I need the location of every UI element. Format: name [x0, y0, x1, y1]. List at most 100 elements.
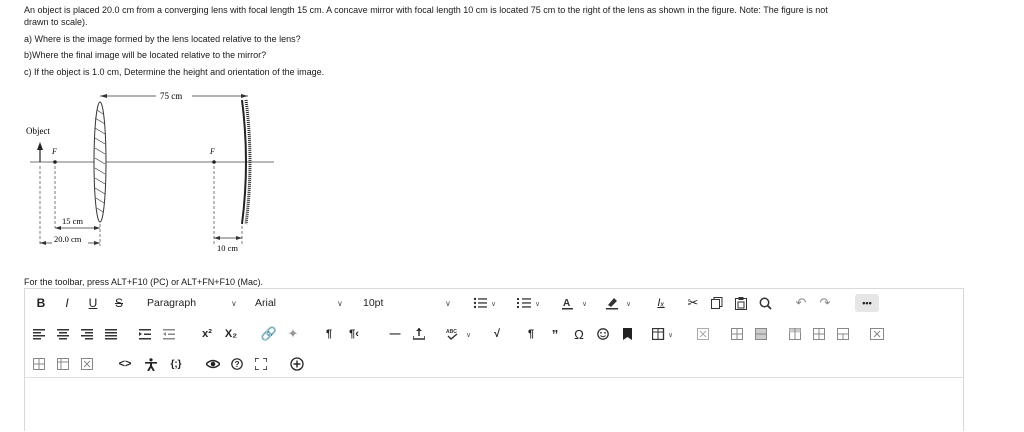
- align-right-icon: [81, 328, 93, 339]
- horizontal-line-button[interactable]: —: [387, 323, 403, 345]
- paragraph-label: Paragraph: [147, 297, 197, 309]
- align-center-icon: [57, 328, 69, 339]
- delete-table-icon: [870, 328, 884, 340]
- align-left-button[interactable]: [31, 323, 47, 345]
- unlink-button[interactable]: ✦: [285, 323, 301, 345]
- numbered-list-button[interactable]: ∨: [515, 292, 545, 314]
- help-icon: ?: [231, 358, 243, 370]
- bullet-list-icon: ∨: [473, 297, 496, 309]
- delete-row-icon: [837, 328, 849, 340]
- font-select[interactable]: Arial ∨: [255, 292, 349, 314]
- align-right-button[interactable]: [79, 323, 95, 345]
- anchor-button[interactable]: [411, 323, 427, 345]
- equation-button[interactable]: {;}: [167, 353, 185, 375]
- outdent-button[interactable]: [161, 323, 177, 345]
- sqrt-button[interactable]: √: [489, 323, 505, 345]
- clear-formatting-button[interactable]: Iₓ: [653, 292, 669, 314]
- split-cells-button[interactable]: [753, 323, 769, 345]
- label-15cm: 15 cm: [62, 216, 83, 226]
- insert-row-button[interactable]: [811, 323, 827, 345]
- table-properties-button[interactable]: [55, 353, 71, 375]
- highlight-button[interactable]: ∨: [605, 292, 637, 314]
- paragraph-select[interactable]: Paragraph ∨: [147, 292, 241, 314]
- search-icon: [759, 297, 772, 310]
- bookmark-icon: [622, 328, 632, 340]
- superscript-icon: x²: [202, 328, 212, 340]
- cell-properties-icon: [81, 358, 93, 370]
- converging-lens: [93, 101, 107, 223]
- text-color-button[interactable]: A ∨: [561, 292, 593, 314]
- add-icon: [290, 357, 304, 371]
- eye-icon: [206, 359, 220, 369]
- svg-text:ABC: ABC: [446, 329, 457, 335]
- svg-text:∨: ∨: [582, 301, 587, 308]
- copy-button[interactable]: [709, 292, 725, 314]
- italic-button[interactable]: I: [59, 292, 75, 314]
- ltr-icon: ¶: [325, 328, 333, 340]
- delete-column-button[interactable]: [31, 353, 47, 375]
- table-button[interactable]: ∨: [651, 323, 681, 345]
- preview-button[interactable]: [205, 353, 221, 375]
- anchor-icon: [413, 328, 425, 340]
- copy-icon: [711, 297, 723, 309]
- fullscreen-icon: [255, 358, 267, 370]
- delete-table-button[interactable]: [869, 323, 885, 345]
- label-75cm: 75 cm: [160, 91, 182, 101]
- special-character-button[interactable]: Ω: [571, 323, 587, 345]
- undo-icon: ↶: [795, 295, 807, 310]
- quote-button[interactable]: ”: [547, 323, 563, 345]
- help-button[interactable]: ?: [229, 353, 245, 375]
- chevron-down-icon: ∨: [445, 298, 451, 308]
- more-button[interactable]: •••: [855, 294, 879, 312]
- cell-properties-button[interactable]: [79, 353, 95, 375]
- justify-button[interactable]: [103, 323, 119, 345]
- align-center-button[interactable]: [55, 323, 71, 345]
- delete-row-button[interactable]: [835, 323, 851, 345]
- clear-formatting-icon: Iₓ: [657, 297, 665, 309]
- pilcrow-button[interactable]: ¶: [523, 323, 539, 345]
- bullet-list-button[interactable]: ∨: [471, 292, 501, 314]
- question-part-c: c) If the object is 1.0 cm, Determine th…: [24, 67, 325, 77]
- strikethrough-button[interactable]: S: [111, 292, 127, 314]
- fullscreen-button[interactable]: [253, 353, 269, 375]
- emoji-button[interactable]: [595, 323, 611, 345]
- spellcheck-button[interactable]: ABC ∨: [445, 323, 475, 345]
- redo-button[interactable]: ↷: [817, 292, 833, 314]
- add-button[interactable]: [289, 353, 305, 375]
- chevron-down-icon: ∨: [337, 298, 343, 308]
- bold-button[interactable]: B: [33, 292, 49, 314]
- find-button[interactable]: [757, 292, 773, 314]
- underline-button[interactable]: U: [85, 292, 101, 314]
- superscript-button[interactable]: x²: [197, 323, 217, 345]
- insert-image-button[interactable]: [695, 323, 711, 345]
- horizontal-line-icon: —: [389, 328, 401, 340]
- chevron-down-icon: ∨: [231, 298, 237, 308]
- indent-button[interactable]: [137, 323, 153, 345]
- subscript-icon: X₂: [224, 328, 238, 340]
- outdent-icon: [163, 328, 175, 339]
- ltr-button[interactable]: ¶: [321, 323, 337, 345]
- link-button[interactable]: 🔗: [261, 323, 277, 345]
- quote-icon: ”: [551, 326, 559, 342]
- emoji-icon: [597, 328, 609, 340]
- bookmark-button[interactable]: [619, 323, 635, 345]
- font-size-select[interactable]: 10pt ∨: [363, 292, 457, 314]
- question-line-2: drawn to scale).: [24, 17, 88, 27]
- subscript-button[interactable]: X₂: [221, 323, 241, 345]
- insert-column-button[interactable]: [787, 323, 803, 345]
- merge-cells-button[interactable]: [729, 323, 745, 345]
- table-icon: ∨: [652, 328, 673, 340]
- font-label: Arial: [255, 297, 277, 309]
- paste-button[interactable]: [733, 292, 749, 314]
- undo-button[interactable]: ↶: [793, 292, 809, 314]
- rtl-button[interactable]: ¶‹: [345, 323, 363, 345]
- spellcheck-icon: ABC ∨: [446, 329, 471, 340]
- redo-icon: ↷: [819, 295, 831, 310]
- rich-text-editor[interactable]: B I U S Paragraph ∨ Arial ∨ 10pt ∨ ∨ ∨ A…: [24, 288, 964, 431]
- cut-button[interactable]: ✂: [685, 292, 701, 314]
- accessibility-button[interactable]: [143, 353, 159, 375]
- editor-content-area[interactable]: [25, 378, 963, 432]
- svg-text:∨: ∨: [466, 332, 471, 339]
- code-button[interactable]: <>: [117, 353, 133, 375]
- label-20cm: 20.0 cm: [54, 234, 82, 244]
